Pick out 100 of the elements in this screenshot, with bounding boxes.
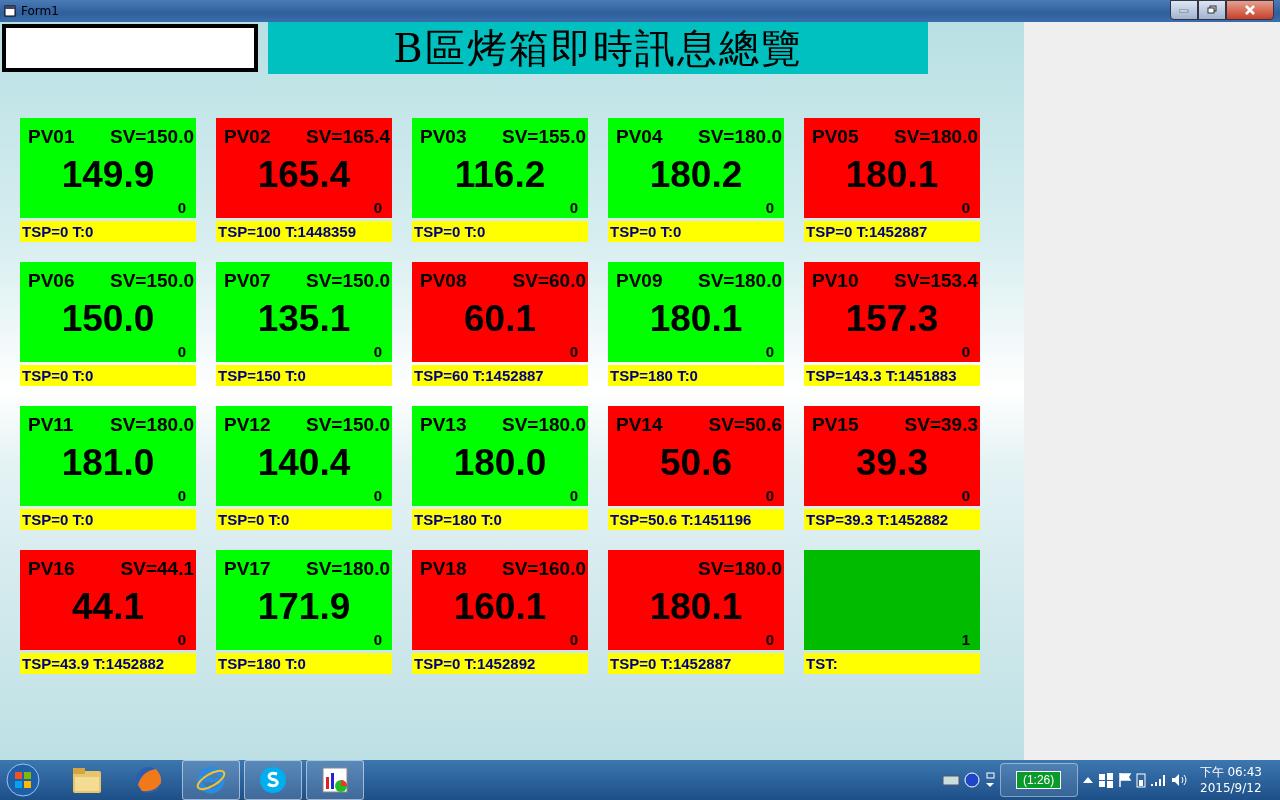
status-number: 0: [373, 487, 382, 504]
timer-info: TSP=60 T:1452887: [412, 365, 588, 386]
set-value: SV=39.3: [904, 414, 978, 436]
set-value: SV=155.0: [502, 126, 586, 148]
status-number: 0: [569, 631, 578, 648]
browser-globe-icon[interactable]: [134, 765, 164, 795]
battery-time: (1:26): [1015, 771, 1062, 789]
oven-name: PV06: [28, 270, 75, 292]
timer-info: TSP=180 T:0: [216, 653, 392, 674]
timer-info: TSP=143.3 T:1451883: [804, 365, 980, 386]
oven-name: PV02: [224, 126, 271, 148]
process-value: 180.1: [845, 154, 939, 196]
status-number: 0: [765, 631, 774, 648]
oven-name: PV04: [616, 126, 663, 148]
set-value: SV=180.0: [698, 126, 782, 148]
oven-name: PV15: [812, 414, 859, 436]
restore-icon: [1207, 5, 1217, 15]
process-value: 180.1: [649, 298, 743, 340]
restore-icon[interactable]: [983, 771, 996, 789]
process-value: 140.4: [257, 442, 351, 484]
oven-name: PV10: [812, 270, 859, 292]
timer-info: TSP=0 T:0: [412, 221, 588, 242]
window-icon: [4, 5, 16, 17]
close-button[interactable]: [1226, 0, 1274, 20]
folder-icon[interactable]: [71, 765, 103, 795]
timer-info: TSP=100 T:1448359: [216, 221, 392, 242]
signal-icon[interactable]: [1149, 773, 1166, 787]
set-value: SV=180.0: [698, 270, 782, 292]
minimize-icon: [1179, 7, 1189, 13]
set-value: SV=180.0: [894, 126, 978, 148]
status-number: 0: [961, 343, 970, 360]
status-number: 1: [961, 631, 970, 648]
process-value: 157.3: [845, 298, 939, 340]
speaker-icon[interactable]: [1169, 772, 1188, 788]
process-value: 180.1: [649, 586, 743, 628]
status-number: 0: [569, 343, 578, 360]
oven-name: PV13: [420, 414, 467, 436]
timer-info: TSP=0 T:0: [608, 221, 784, 242]
status-number: 0: [373, 631, 382, 648]
status-number: 0: [569, 199, 578, 216]
status-number: 0: [765, 487, 774, 504]
oven-name: PV05: [812, 126, 859, 148]
start-orb-icon[interactable]: [6, 763, 40, 797]
windows-flag-icon[interactable]: [1097, 772, 1114, 788]
chat-app-icon[interactable]: [258, 765, 288, 795]
timer-info: TSP=0 T:0: [20, 365, 196, 386]
oven-name: PV18: [420, 558, 467, 580]
timer-info: TSP=0 T:0: [20, 221, 196, 242]
status-number: 0: [569, 487, 578, 504]
window-title: Form1: [21, 4, 60, 18]
process-value: 160.1: [453, 586, 547, 628]
set-value: SV=50.6: [708, 414, 782, 436]
timer-info: TST:: [804, 653, 980, 674]
timer-info: TSP=43.9 T:1452882: [20, 653, 196, 674]
minimize-button[interactable]: [1170, 0, 1198, 20]
status-number: 0: [177, 343, 186, 360]
battery-icon[interactable]: [1135, 772, 1146, 788]
set-value: SV=180.0: [110, 414, 194, 436]
set-value: SV=153.4: [894, 270, 978, 292]
text-box[interactable]: [2, 24, 258, 72]
timer-info: TSP=150 T:0: [216, 365, 392, 386]
flag-icon[interactable]: [1117, 772, 1132, 788]
chart-app-icon[interactable]: [320, 765, 350, 795]
process-value: 150.0: [61, 298, 155, 340]
set-value: SV=150.0: [306, 270, 390, 292]
set-value: SV=160.0: [502, 558, 586, 580]
status-number: 0: [961, 199, 970, 216]
set-value: SV=44.1: [120, 558, 194, 580]
oven-name: PV14: [616, 414, 663, 436]
process-value: 39.3: [856, 442, 928, 484]
set-value: SV=180.0: [502, 414, 586, 436]
set-value: SV=150.0: [110, 126, 194, 148]
process-value: 116.2: [454, 154, 546, 196]
oven-name: PV17: [224, 558, 271, 580]
set-value: SV=150.0: [306, 414, 390, 436]
process-value: 60.1: [464, 298, 536, 340]
clock-date: 2015/9/12: [1200, 780, 1262, 796]
oven-name: PV07: [224, 270, 271, 292]
oven-name: PV01: [28, 126, 75, 148]
timer-info: TSP=50.6 T:1451196: [608, 509, 784, 530]
set-value: SV=180.0: [698, 558, 782, 580]
process-value: 50.6: [660, 442, 732, 484]
status-number: 0: [373, 199, 382, 216]
process-value: 180.2: [649, 154, 743, 196]
internet-explorer-icon[interactable]: [196, 765, 226, 795]
timer-info: TSP=0 T:1452892: [412, 653, 588, 674]
status-number: 0: [765, 343, 774, 360]
status-number: 0: [373, 343, 382, 360]
process-value: 180.0: [453, 442, 547, 484]
oven-name: PV12: [224, 414, 271, 436]
set-value: SV=150.0: [110, 270, 194, 292]
oven-name: PV09: [616, 270, 663, 292]
status-number: 0: [177, 631, 186, 648]
close-icon: [1244, 5, 1256, 15]
timer-info: TSP=0 T:1452887: [804, 221, 980, 242]
timer-info: TSP=0 T:1452887: [608, 653, 784, 674]
battery-widget[interactable]: (1:26): [999, 763, 1078, 797]
clock[interactable]: 下午 06:43 2015/9/12: [1199, 764, 1262, 796]
keyboard-icon[interactable]: [941, 773, 960, 787]
restore-button[interactable]: [1198, 0, 1226, 20]
